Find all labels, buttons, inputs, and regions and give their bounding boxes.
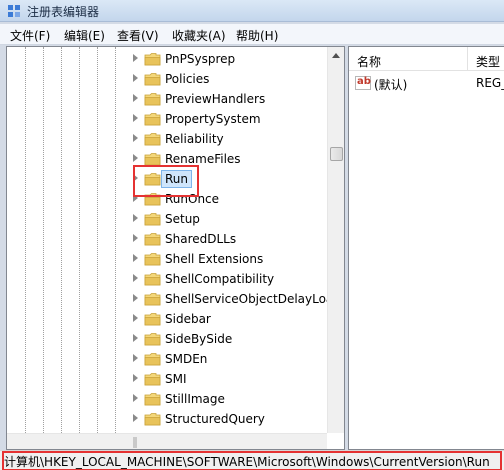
expand-arrow-icon[interactable]	[133, 274, 138, 282]
menu-help[interactable]: 帮助(H)	[236, 27, 278, 44]
expand-arrow-icon[interactable]	[133, 314, 138, 322]
folder-icon	[144, 373, 161, 386]
folder-icon	[144, 93, 161, 106]
expand-arrow-icon[interactable]	[133, 254, 138, 262]
tree-item-sidebyside[interactable]: SideBySide	[7, 329, 327, 349]
value-row-default[interactable]: ab (默认) REG_SZ	[349, 73, 504, 93]
tree-item-label: Setup	[165, 212, 200, 226]
folder-icon	[144, 353, 161, 366]
folder-icon	[144, 293, 161, 306]
column-separator[interactable]	[467, 47, 468, 71]
tree-vertical-scrollbar[interactable]	[327, 47, 344, 433]
values-list[interactable]: 名称 类型 ab (默认) REG_SZ	[348, 46, 504, 450]
registry-tree[interactable]: PnPSysprep Policies PreviewHandlers Propert…	[6, 46, 345, 450]
folder-icon	[144, 313, 161, 326]
column-type-header[interactable]: 类型	[476, 53, 500, 70]
expand-arrow-icon[interactable]	[133, 334, 138, 342]
expand-arrow-icon[interactable]	[133, 374, 138, 382]
tree-item-label: StillImage	[165, 392, 225, 406]
expand-arrow-icon[interactable]	[133, 154, 138, 162]
scroll-up-arrow-icon[interactable]	[332, 53, 340, 58]
run-key-highlight	[133, 165, 199, 197]
value-name: (默认)	[374, 78, 408, 92]
expand-arrow-icon[interactable]	[133, 214, 138, 222]
tree-item-previewhandlers[interactable]: PreviewHandlers	[7, 89, 327, 109]
tree-item-label: ShellServiceObjectDelayLoad	[165, 292, 341, 306]
vertical-scroll-thumb[interactable]	[330, 147, 343, 161]
title-bar: 注册表编辑器	[0, 0, 504, 22]
tree-item-label: SMI	[165, 372, 187, 386]
path-highlight	[2, 451, 502, 470]
tree-item-label: RenameFiles	[165, 152, 241, 166]
tree-item-reliability[interactable]: Reliability	[7, 129, 327, 149]
tree-item-label: ShellCompatibility	[165, 272, 275, 286]
tree-item-shellserviceobjectdelayload[interactable]: ShellServiceObjectDelayLoad	[7, 289, 341, 309]
menu-view[interactable]: 查看(V)	[117, 27, 159, 44]
folder-icon	[144, 333, 161, 346]
tree-item-label: Shell Extensions	[165, 252, 264, 266]
tree-item-label: SMDEn	[165, 352, 208, 366]
tree-item-sidebar[interactable]: Sidebar	[7, 309, 327, 329]
folder-icon	[144, 133, 161, 146]
tree-item-smden[interactable]: SMDEn	[7, 349, 327, 369]
tree-item-label: PreviewHandlers	[165, 92, 266, 106]
folder-icon	[144, 393, 161, 406]
tree-item-label: SideBySide	[165, 332, 233, 346]
menu-edit[interactable]: 编辑(E)	[64, 27, 105, 44]
folder-icon	[144, 413, 161, 426]
tree-item-label: Reliability	[165, 132, 224, 146]
tree-item-label: Sidebar	[165, 312, 211, 326]
registry-app-icon	[8, 5, 20, 17]
expand-arrow-icon[interactable]	[133, 414, 138, 422]
tree-item-stillimage[interactable]: StillImage	[7, 389, 327, 409]
status-bar: 计算机\HKEY_LOCAL_MACHINE\SOFTWARE\Microsof…	[0, 450, 504, 470]
tree-item-label: StructuredQuery	[165, 412, 265, 426]
folder-icon	[144, 273, 161, 286]
folder-icon	[144, 153, 161, 166]
expand-arrow-icon[interactable]	[133, 394, 138, 402]
folder-icon	[144, 233, 161, 246]
expand-arrow-icon[interactable]	[133, 94, 138, 102]
expand-arrow-icon[interactable]	[133, 114, 138, 122]
column-name-header[interactable]: 名称	[357, 53, 381, 70]
tree-item-shareddlls[interactable]: SharedDLLs	[7, 229, 327, 249]
tree-item-label: SharedDLLs	[165, 232, 237, 246]
tree-item-label: PnPSysprep	[165, 52, 236, 66]
expand-arrow-icon[interactable]	[133, 294, 138, 302]
tree-horizontal-scrollbar[interactable]	[7, 433, 327, 449]
tree-item-shellcompatibility[interactable]: ShellCompatibility	[7, 269, 327, 289]
folder-icon	[144, 113, 161, 126]
tree-item-shell-extensions[interactable]: Shell Extensions	[7, 249, 327, 269]
tree-item-label: PropertySystem	[165, 112, 261, 126]
folder-icon	[144, 73, 161, 86]
menu-favorites[interactable]: 收藏夹(A)	[172, 27, 226, 44]
tree-item-label: Policies	[165, 72, 210, 86]
folder-icon	[144, 253, 161, 266]
expand-arrow-icon[interactable]	[133, 234, 138, 242]
tree-item-structuredquery[interactable]: StructuredQuery	[7, 409, 327, 429]
tree-item-pnpsysprep[interactable]: PnPSysprep	[7, 49, 327, 69]
horizontal-scroll-thumb[interactable]	[133, 437, 137, 448]
tree-item-policies[interactable]: Policies	[7, 69, 327, 89]
menu-file[interactable]: 文件(F)	[10, 27, 50, 44]
value-type: REG_SZ	[476, 76, 504, 90]
folder-icon	[144, 213, 161, 226]
expand-arrow-icon[interactable]	[133, 54, 138, 62]
expand-arrow-icon[interactable]	[133, 134, 138, 142]
folder-icon	[144, 53, 161, 66]
tree-item-smi[interactable]: SMI	[7, 369, 327, 389]
tree-item-propertysystem[interactable]: PropertySystem	[7, 109, 327, 129]
string-value-icon: ab	[355, 76, 371, 90]
menu-bar: 文件(F) 编辑(E) 查看(V) 收藏夹(A) 帮助(H)	[0, 24, 504, 45]
tree-item-setup[interactable]: Setup	[7, 209, 327, 229]
expand-arrow-icon[interactable]	[133, 74, 138, 82]
list-column-header: 名称 类型	[349, 47, 504, 71]
expand-arrow-icon[interactable]	[133, 354, 138, 362]
window-title: 注册表编辑器	[27, 5, 100, 19]
